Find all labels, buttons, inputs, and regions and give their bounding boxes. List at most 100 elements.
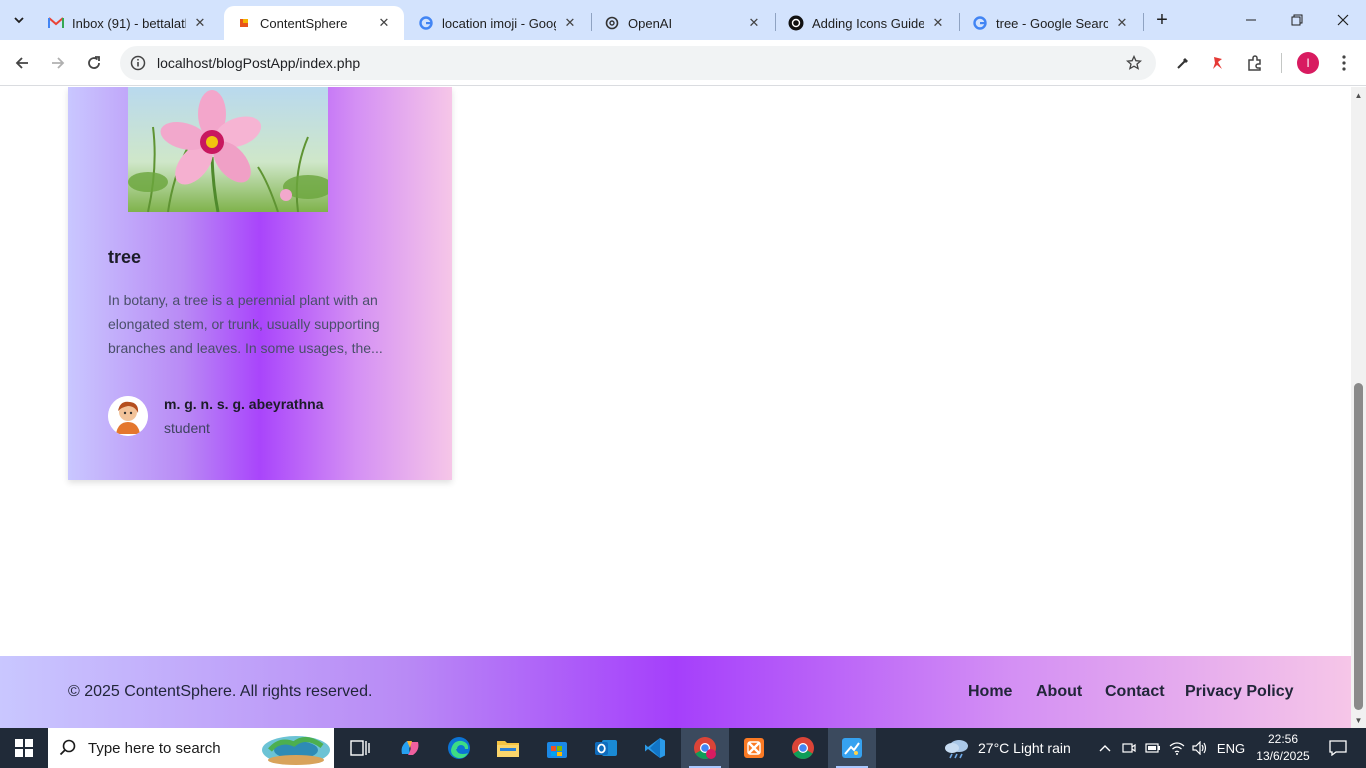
notification-center-button[interactable]: [1318, 728, 1358, 768]
close-icon[interactable]: ✕: [192, 15, 208, 31]
google-icon: [972, 15, 988, 31]
site-favicon: [236, 15, 252, 31]
file-explorer-app[interactable]: [484, 728, 532, 768]
clock-time: 22:56: [1267, 732, 1299, 746]
close-icon[interactable]: ✕: [1114, 15, 1130, 31]
tab-adding-icons-guide[interactable]: Adding Icons Guide ✕: [776, 6, 958, 40]
start-button[interactable]: [0, 728, 48, 768]
close-icon[interactable]: ✕: [562, 15, 578, 31]
search-icon: [48, 739, 88, 757]
tab-location-imoji[interactable]: location imoji - Goog ✕: [406, 6, 590, 40]
address-bar[interactable]: localhost/blogPostApp/index.php: [120, 46, 1156, 80]
extensions-menu-button[interactable]: [1241, 49, 1269, 77]
windows-logo-icon: [15, 739, 33, 757]
meet-now-tray[interactable]: [1119, 728, 1139, 768]
url-text[interactable]: localhost/blogPostApp/index.php: [157, 55, 360, 71]
puzzle-icon: [1248, 55, 1261, 71]
chrome-icon: [694, 737, 716, 759]
plus-icon: +: [1156, 8, 1168, 31]
bookmark-star-icon[interactable]: [1124, 53, 1144, 73]
search-highlight-illustration: [262, 736, 330, 765]
close-icon[interactable]: ✕: [930, 15, 946, 31]
tab-separator: [1143, 13, 1144, 31]
eyedropper-button[interactable]: [1169, 49, 1197, 77]
browser-menu-button[interactable]: [1330, 49, 1358, 77]
tab-gmail[interactable]: Inbox (91) - bettalath ✕: [36, 6, 220, 40]
page-scrollbar[interactable]: ▲ ▼: [1351, 87, 1366, 728]
taskbar-search-box[interactable]: Type here to search: [48, 728, 334, 768]
toolbar-separator: [1281, 53, 1282, 73]
chrome-icon: [792, 737, 814, 759]
chrome-app[interactable]: [779, 728, 827, 768]
weather-text: 27°C Light rain: [978, 740, 1071, 756]
minimize-button[interactable]: [1228, 0, 1274, 40]
battery-tray[interactable]: [1143, 728, 1163, 768]
tab-contentsphere[interactable]: ContentSphere ✕: [224, 6, 404, 40]
site-info-icon[interactable]: [128, 53, 148, 73]
chevron-up-icon: [1099, 745, 1111, 752]
new-tab-button[interactable]: +: [1150, 8, 1174, 32]
tab-openai[interactable]: OpenAI ✕: [592, 6, 774, 40]
cloud-rain-icon: [945, 740, 968, 759]
weather-widget[interactable]: 27°C Light rain: [944, 728, 1071, 768]
restore-button[interactable]: [1274, 0, 1320, 40]
minimize-icon: [1246, 19, 1256, 21]
footer-link-about[interactable]: About: [1036, 683, 1082, 701]
post-image[interactable]: [128, 87, 328, 212]
close-icon[interactable]: ✕: [746, 15, 762, 31]
back-button[interactable]: [8, 49, 36, 77]
speaker-icon: [1192, 741, 1207, 755]
tab-label: OpenAI: [628, 15, 673, 31]
edge-app[interactable]: [435, 728, 483, 768]
footer-link-home[interactable]: Home: [968, 683, 1012, 701]
author-avatar: [108, 396, 148, 436]
vscode-app[interactable]: [631, 728, 679, 768]
edge-icon: [448, 737, 470, 759]
close-window-button[interactable]: [1320, 0, 1366, 40]
tab-label: location imoji - Goog: [442, 15, 556, 31]
task-view-icon: [350, 740, 370, 756]
tab-label: Adding Icons Guide: [812, 15, 924, 31]
task-view-button[interactable]: [336, 728, 384, 768]
tab-search-button[interactable]: [6, 8, 32, 32]
network-tray[interactable]: [1167, 728, 1187, 768]
chrome-app-active[interactable]: [681, 728, 729, 768]
outlook-app[interactable]: [582, 728, 630, 768]
show-hidden-icons-button[interactable]: [1095, 728, 1115, 768]
copilot-app[interactable]: [386, 728, 434, 768]
author-name: m. g. n. s. g. abeyrathna: [164, 396, 324, 412]
extension-button[interactable]: [1204, 49, 1232, 77]
xampp-app[interactable]: [730, 728, 778, 768]
footer-link-contact[interactable]: Contact: [1105, 683, 1165, 701]
paint-app[interactable]: [828, 728, 876, 768]
vscode-icon: [645, 738, 665, 758]
extension-figure-icon: [1213, 57, 1222, 69]
profile-avatar[interactable]: I: [1297, 52, 1319, 74]
post-title[interactable]: tree: [108, 247, 141, 268]
tab-tree-google-search[interactable]: tree - Google Search ✕: [960, 6, 1142, 40]
volume-tray[interactable]: [1190, 728, 1210, 768]
post-card[interactable]: tree In botany, a tree is a perennial pl…: [68, 87, 452, 480]
footer-link-privacy-policy[interactable]: Privacy Policy: [1185, 683, 1294, 701]
search-placeholder: Type here to search: [88, 739, 221, 757]
browser-tab-strip: Inbox (91) - bettalath ✕ ContentSphere ✕…: [0, 0, 1366, 40]
footer-copyright: © 2025 ContentSphere. All rights reserve…: [68, 683, 373, 700]
language-indicator[interactable]: ENG: [1214, 728, 1248, 768]
close-icon: [1337, 14, 1349, 26]
close-icon[interactable]: ✕: [376, 15, 392, 31]
kebab-menu-icon: [1342, 55, 1346, 71]
wifi-icon: [1169, 742, 1185, 755]
tab-label: ContentSphere: [260, 15, 348, 31]
scroll-up-arrow-icon[interactable]: ▲: [1351, 87, 1366, 103]
tab-label: Inbox (91) - bettalath: [72, 15, 186, 31]
battery-icon: [1145, 743, 1160, 753]
folder-icon: [497, 741, 519, 757]
microsoft-store-app[interactable]: [533, 728, 581, 768]
scroll-down-arrow-icon[interactable]: ▼: [1351, 712, 1366, 728]
scrollbar-thumb[interactable]: [1354, 383, 1363, 710]
arrow-left-icon: [15, 57, 28, 69]
taskbar-clock[interactable]: 22:56 13/6/2025: [1253, 731, 1313, 765]
openai-icon: [604, 15, 620, 31]
forward-button[interactable]: [44, 49, 72, 77]
reload-button[interactable]: [80, 49, 108, 77]
